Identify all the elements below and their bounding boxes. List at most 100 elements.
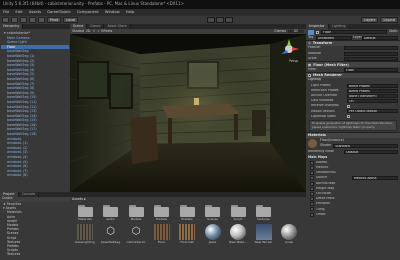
renderer-row-value[interactable]: On <box>347 99 398 104</box>
menu-bar: File Edit Assets GameObject Component Wi… <box>0 9 400 16</box>
audio-toggle[interactable]: ♪ <box>97 29 99 34</box>
menu-assets[interactable]: Assets <box>29 9 41 15</box>
texture-slot-icon[interactable] <box>310 186 314 191</box>
asset-label: Floor <box>157 240 166 244</box>
hand-tool-button[interactable] <box>2 17 9 23</box>
shading-mode-dropdown[interactable]: Shaded <box>72 29 84 34</box>
scale-label: Scale <box>308 56 317 60</box>
asset-item[interactable]: ⬡ baseWallSeg <box>99 224 123 245</box>
asset-item[interactable]: Materials <box>73 203 97 222</box>
move-tool-button[interactable] <box>11 17 18 23</box>
folder-icon <box>154 205 169 217</box>
rect-tool-button[interactable] <box>38 17 45 23</box>
texture-slot-icon[interactable] <box>310 202 314 207</box>
scene-viewport[interactable]: Persp <box>70 34 306 192</box>
renderer-row-label: Cast Shadows <box>311 99 334 103</box>
asset-item[interactable]: Prefabs <box>150 203 174 222</box>
tag-dropdown[interactable]: Untagged <box>316 35 352 40</box>
renderer-row: Lightmap Static <box>306 114 400 119</box>
tab-console[interactable]: Console <box>18 192 40 197</box>
asset-item[interactable]: Script <box>226 203 250 222</box>
material-property-label: Metallic <box>316 166 329 170</box>
menu-component[interactable]: Component <box>77 9 99 15</box>
texture-slot-icon[interactable] <box>310 181 314 186</box>
asset-item[interactable]: Floor <box>150 223 174 245</box>
source-dropdown[interactable]: Metallic Alpha <box>352 176 398 181</box>
hierarchy-item[interactable]: windowL (8) <box>1 173 69 178</box>
asset-item[interactable]: ⬡ cabinInterior <box>124 224 148 245</box>
texture-slot-icon[interactable] <box>310 160 314 165</box>
object-name-field[interactable]: Floor <box>321 30 387 34</box>
rotation-field[interactable] <box>344 51 398 56</box>
renderer-row: Motion Vectors Per Object Motion <box>306 109 400 114</box>
renderer-row-value[interactable]: Per Object Motion <box>347 109 398 114</box>
effects-dropdown[interactable]: Effects <box>101 29 112 34</box>
texture-slot-icon[interactable] <box>310 212 314 217</box>
rotate-tool-button[interactable] <box>20 17 27 23</box>
texture-slot-icon[interactable] <box>310 176 314 181</box>
asset-item[interactable]: ambo <box>99 203 123 222</box>
scene-orientation-gizmo[interactable] <box>278 38 300 60</box>
asset-label: Floormat <box>180 240 194 244</box>
lighting-toggle[interactable]: ☼ <box>93 29 96 34</box>
space-toggle[interactable]: Local <box>63 17 79 23</box>
renderer-row-checkbox[interactable] <box>347 115 350 119</box>
rendering-mode-dropdown[interactable]: Opaque <box>344 150 398 155</box>
mesh-renderer-enabled-checkbox[interactable] <box>308 73 311 77</box>
scene-panel: Scene Game Asset Store Shaded 2D ☼ ♪ Eff… <box>70 24 306 192</box>
renderer-row-value[interactable]: Blend Probes <box>347 88 398 93</box>
asset-item[interactable]: Scenes <box>201 203 225 222</box>
menu-window[interactable]: Window <box>105 9 120 15</box>
play-button[interactable] <box>206 17 215 23</box>
assets-breadcrumb[interactable]: Assets ▸ <box>72 197 86 201</box>
tab-hierarchy[interactable]: Hierarchy <box>0 24 24 29</box>
asset-item[interactable]: Floormat <box>175 223 199 245</box>
texture-slot-icon[interactable] <box>310 171 314 176</box>
tab-lighting[interactable]: Lighting <box>328 24 350 29</box>
layers-dropdown[interactable]: Layers <box>361 17 379 23</box>
menu-file[interactable]: File <box>3 9 9 15</box>
step-button[interactable] <box>224 17 233 23</box>
shader-dropdown[interactable]: Standard <box>333 144 398 149</box>
mesh-field[interactable]: Floor <box>344 67 398 72</box>
menu-edit[interactable]: Edit <box>15 9 22 15</box>
scene-search[interactable]: All <box>288 29 304 34</box>
folder-icon <box>128 205 144 217</box>
2d-toggle[interactable]: 2D <box>86 29 90 34</box>
scale-tool-button[interactable] <box>29 17 36 23</box>
position-field[interactable] <box>344 46 398 51</box>
asset-item[interactable]: Prefabs <box>175 203 199 222</box>
asset-item[interactable]: baseLighting <box>73 223 97 245</box>
asset-item[interactable]: textures <box>252 203 276 222</box>
project-tree-item[interactable]: Textures <box>2 252 68 257</box>
texture-slot-icon[interactable] <box>310 191 314 196</box>
pause-button[interactable] <box>215 17 224 23</box>
layer-dropdown[interactable]: Default <box>362 35 398 40</box>
renderer-row-value[interactable]: None (Transform) <box>347 93 398 98</box>
menu-help[interactable]: Help <box>126 9 135 15</box>
texture-slot-icon[interactable] <box>310 197 314 202</box>
pivot-toggle[interactable]: Pivot <box>47 17 62 23</box>
hierarchy-panel: Hierarchy ▾ cabinInterior* Main Camera Sce… <box>0 24 70 192</box>
texture-slot-icon[interactable] <box>310 165 314 170</box>
asset-item[interactable]: New Terrain <box>252 223 276 245</box>
asset-item[interactable]: Models <box>124 203 148 222</box>
perspective-label[interactable]: Persp <box>289 59 298 64</box>
texture-thumbnail-icon <box>153 223 170 240</box>
asset-label: Scenes <box>207 218 218 221</box>
tab-inspector[interactable]: Inspector <box>306 24 329 29</box>
texture-slot-icon[interactable] <box>310 207 314 212</box>
renderer-row-checkbox[interactable] <box>347 104 350 108</box>
scale-field[interactable] <box>344 56 398 61</box>
asset-item[interactable]: glass <box>201 223 225 245</box>
menu-gameobject[interactable]: GameObject <box>47 9 71 15</box>
renderer-row-label: Receive Shadows <box>311 104 339 108</box>
asset-item[interactable]: scrap <box>277 223 301 245</box>
asset-item[interactable]: New Mate... <box>226 223 250 245</box>
gizmos-dropdown[interactable]: Gizmos <box>274 29 286 34</box>
active-checkbox[interactable] <box>316 30 319 34</box>
renderer-row-value[interactable]: Blend Probes <box>347 83 398 88</box>
layout-dropdown[interactable]: Layout <box>380 17 398 23</box>
renderer-row: Cast Shadows On <box>306 98 400 104</box>
static-toggle[interactable]: Static <box>389 29 398 34</box>
